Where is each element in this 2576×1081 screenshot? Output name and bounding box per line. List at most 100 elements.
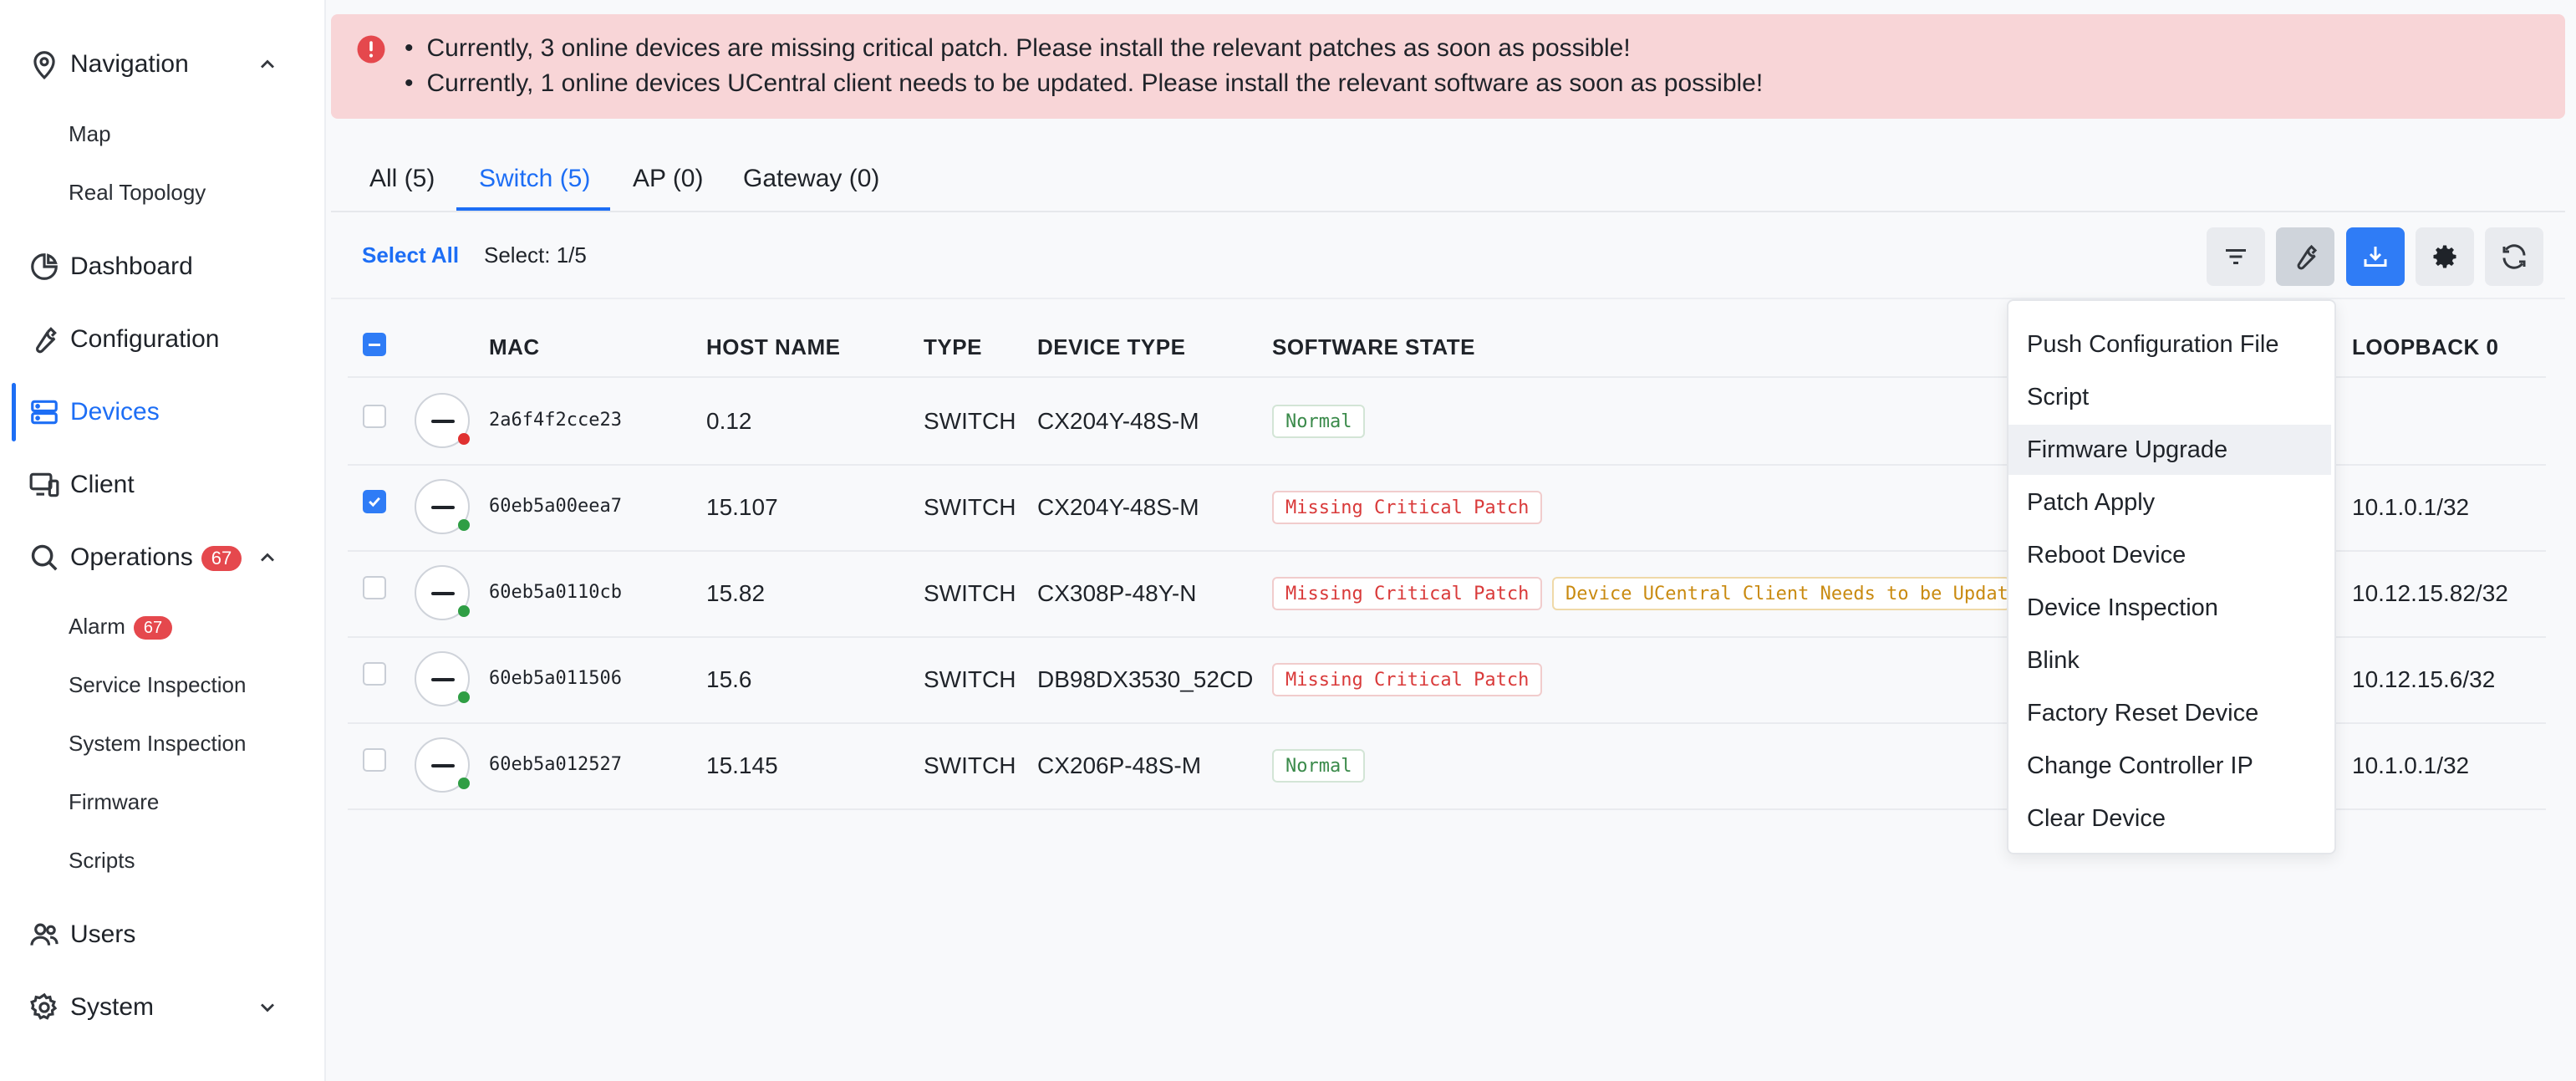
switch-icon (431, 506, 455, 509)
operations-text: Operations (70, 543, 193, 571)
alert-message-patch: • Currently, 3 online devices are missing… (405, 34, 1631, 62)
cell-device-type: CX308P-48Y-N (1037, 580, 1197, 606)
cell-host-name: 15.107 (706, 494, 778, 520)
cell-type: SWITCH (924, 580, 1016, 606)
menu-item-push-configuration-file[interactable]: Push Configuration File (2008, 319, 2331, 370)
state-tag-normal: Normal (1272, 405, 1366, 438)
status-dot-online (458, 691, 470, 703)
row-checkbox[interactable] (363, 490, 386, 513)
cell-host-name: 15.145 (706, 752, 778, 778)
sidebar-item-alarm[interactable]: Alarm 67 (69, 609, 173, 643)
chevron-up-icon[interactable] (256, 546, 279, 569)
state-tag-missing-patch: Missing Critical Patch (1272, 491, 1543, 524)
sidebar-item-firmware[interactable]: Firmware (69, 785, 159, 818)
row-checkbox[interactable] (363, 662, 386, 686)
alarm-count-badge: 67 (133, 616, 173, 640)
cell-mac[interactable]: 60eb5a0110cb (489, 582, 622, 603)
switch-icon (431, 592, 455, 595)
tab-switch[interactable]: Switch (5) (479, 162, 590, 196)
refresh-button[interactable] (2485, 227, 2543, 286)
monitor-phone-icon (29, 472, 59, 497)
cell-mac[interactable]: 60eb5a011506 (489, 668, 622, 689)
menu-item-reboot-device[interactable]: Reboot Device (2008, 530, 2331, 580)
header-device-type: DEVICE TYPE (1037, 334, 1186, 359)
cell-mac[interactable]: 60eb5a012527 (489, 754, 622, 775)
cell-host-name: 15.6 (706, 666, 752, 692)
state-tag-client-update: Device UCentral Client Needs to be Updat (1552, 577, 2010, 610)
device-avatar (415, 565, 470, 620)
settings-button[interactable] (2416, 227, 2474, 286)
menu-item-clear-device[interactable]: Clear Device (2008, 793, 2331, 844)
error-circle-icon (357, 35, 385, 64)
menu-item-change-controller-ip[interactable]: Change Controller IP (2008, 741, 2331, 791)
state-tag-missing-patch: Missing Critical Patch (1272, 577, 1543, 610)
cell-type: SWITCH (924, 494, 1016, 520)
gear-icon (2433, 245, 2456, 268)
wrench-icon (36, 327, 57, 354)
active-tab-underline (456, 207, 610, 211)
device-avatar (415, 393, 470, 448)
nav-item-client[interactable]: Client (0, 456, 324, 514)
row-checkbox[interactable] (363, 576, 386, 599)
nav-item-devices[interactable]: Devices (0, 383, 324, 441)
nav-label-client: Client (70, 471, 135, 498)
select-all-checkbox[interactable] (363, 333, 386, 356)
cell-mac[interactable]: 2a6f4f2cce23 (489, 410, 622, 431)
filter-button[interactable] (2207, 227, 2265, 286)
cell-device-type: CX206P-48S-M (1037, 752, 1202, 778)
tab-gateway[interactable]: Gateway (0) (743, 162, 879, 196)
chevron-up-icon[interactable] (256, 53, 279, 76)
state-tag-normal: Normal (1272, 749, 1366, 783)
tab-ap[interactable]: AP (0) (633, 162, 703, 196)
nav-item-configuration[interactable]: Configuration (0, 310, 324, 369)
operations-count-badge: 67 (201, 546, 242, 572)
menu-item-factory-reset-device[interactable]: Factory Reset Device (2008, 688, 2331, 738)
chevron-down-icon[interactable] (256, 996, 279, 1019)
map-pin-icon (33, 51, 55, 79)
nav-group-navigation[interactable]: Navigation (0, 35, 324, 94)
alert-line-1: Currently, 3 online devices are missing … (426, 34, 1631, 62)
gear-icon (30, 992, 58, 1020)
device-avatar (415, 651, 470, 706)
nav-label-configuration: Configuration (70, 325, 220, 353)
sidebar-item-map[interactable]: Map (69, 117, 111, 150)
sidebar-item-system-inspection[interactable]: System Inspection (69, 727, 246, 760)
menu-item-blink[interactable]: Blink (2008, 635, 2331, 686)
nav-group-operations[interactable]: Operations 67 (0, 528, 324, 587)
menu-item-firmware-upgrade[interactable]: Firmware Upgrade (2008, 425, 2331, 475)
tools-button[interactable] (2276, 227, 2334, 286)
menu-item-script[interactable]: Script (2008, 372, 2331, 422)
warning-alert: • Currently, 3 online devices are missing… (331, 14, 2565, 119)
nav-label-dashboard: Dashboard (70, 252, 193, 280)
download-tray-icon (2364, 247, 2387, 267)
sidebar-item-service-inspection[interactable]: Service Inspection (69, 668, 246, 701)
row-checkbox[interactable] (363, 405, 386, 428)
sidebar-item-real-topology[interactable]: Real Topology (69, 176, 206, 209)
header-host-name: HOST NAME (706, 334, 841, 359)
nav-group-system[interactable]: System (0, 978, 324, 1037)
status-dot-online (458, 519, 470, 531)
server-icon (31, 400, 58, 425)
row-checkbox[interactable] (363, 748, 386, 772)
minus-icon (369, 344, 380, 346)
cell-host-name: 15.82 (706, 580, 766, 606)
status-dot-offline (458, 433, 470, 445)
status-dot-online (458, 778, 470, 789)
header-type: TYPE (924, 334, 982, 359)
cell-mac[interactable]: 60eb5a00eea7 (489, 496, 622, 517)
nav-label-system: System (70, 993, 155, 1021)
switch-icon (431, 764, 455, 767)
export-button[interactable] (2346, 227, 2405, 286)
nav-item-users[interactable]: Users (0, 905, 324, 964)
menu-item-patch-apply[interactable]: Patch Apply (2008, 477, 2331, 528)
nav-label-operations: Operations 67 (70, 543, 242, 572)
nav-item-dashboard[interactable]: Dashboard (0, 237, 324, 296)
check-icon (369, 497, 380, 507)
menu-item-device-inspection[interactable]: Device Inspection (2008, 583, 2331, 633)
tab-all[interactable]: All (5) (369, 162, 435, 196)
sidebar-item-scripts[interactable]: Scripts (69, 844, 135, 877)
alert-line-2: Currently, 1 online devices UCentral cli… (426, 69, 1764, 97)
nav-label-devices: Devices (70, 398, 160, 426)
cell-loopback: 10.1.0.1/32 (2352, 752, 2470, 778)
select-all-link[interactable]: Select All (362, 242, 459, 268)
